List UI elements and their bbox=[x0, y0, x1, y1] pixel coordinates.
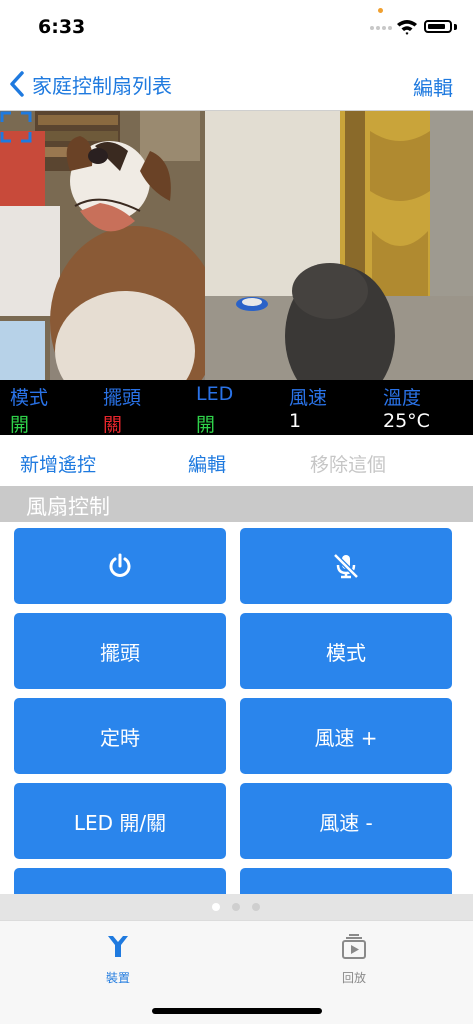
fan-control-grid: 擺頭 模式 定時 風速 + LED 開/關 風速 - bbox=[0, 522, 473, 894]
fan-status-strip: 模式 擺頭 LED 風速 溫度 開 關 開 1 25°C bbox=[0, 380, 473, 436]
page-indicator[interactable] bbox=[0, 894, 473, 920]
wifi-icon bbox=[397, 20, 417, 35]
led-value: 開 bbox=[196, 414, 216, 436]
power-button[interactable] bbox=[14, 528, 226, 604]
edit-remote-button[interactable]: 編輯 bbox=[188, 450, 226, 477]
tab-playback[interactable]: 回放 bbox=[314, 929, 394, 989]
led-toggle-button[interactable]: LED 開/關 bbox=[14, 783, 226, 859]
tab-device[interactable]: 裝置 bbox=[78, 929, 158, 989]
page-dot bbox=[232, 903, 240, 911]
speed-down-button[interactable]: 風速 - bbox=[240, 783, 452, 859]
tab-playback-label: 回放 bbox=[341, 971, 366, 985]
temperature-value: 25°C bbox=[383, 410, 430, 432]
section-title: 風扇控制 bbox=[26, 495, 110, 519]
camera-feed[interactable] bbox=[0, 111, 473, 380]
speed-up-button[interactable]: 風速 + bbox=[240, 698, 452, 774]
tab-device-label: 裝置 bbox=[105, 971, 130, 985]
playback-icon bbox=[342, 934, 366, 959]
fullscreen-icon[interactable] bbox=[0, 111, 32, 143]
mute-button[interactable] bbox=[240, 528, 452, 604]
mute-microphone-icon bbox=[333, 553, 359, 579]
home-indicator bbox=[152, 1008, 322, 1014]
remote-action-row: 新增遙控 編輯 移除這個 bbox=[0, 436, 473, 486]
add-remote-button[interactable]: 新增遙控 bbox=[20, 450, 96, 477]
status-bar: 6:33 bbox=[0, 0, 473, 58]
temperature-label: 溫度 bbox=[383, 387, 422, 409]
page-dot bbox=[252, 903, 260, 911]
chevron-left-icon bbox=[10, 71, 24, 97]
privacy-indicator-dot bbox=[378, 8, 383, 13]
page-dot-active bbox=[212, 903, 220, 911]
back-button[interactable]: 家庭控制扇列表 bbox=[8, 68, 172, 100]
mode-label: 模式 bbox=[10, 387, 49, 409]
timer-button[interactable]: 定時 bbox=[14, 698, 226, 774]
control-button-partial[interactable] bbox=[240, 868, 452, 894]
device-icon bbox=[108, 936, 128, 957]
camera-image bbox=[0, 111, 473, 380]
edit-button[interactable]: 編輯 bbox=[413, 72, 453, 101]
control-button-partial[interactable] bbox=[14, 868, 226, 894]
swing-value: 關 bbox=[103, 414, 123, 436]
swing-button[interactable]: 擺頭 bbox=[14, 613, 226, 689]
power-icon bbox=[109, 553, 131, 577]
battery-icon bbox=[424, 20, 452, 33]
remove-remote-button[interactable]: 移除這個 bbox=[310, 450, 386, 477]
mode-value: 開 bbox=[10, 414, 30, 436]
speed-value: 1 bbox=[289, 410, 302, 432]
back-title: 家庭控制扇列表 bbox=[32, 73, 172, 98]
mode-button[interactable]: 模式 bbox=[240, 613, 452, 689]
swing-label: 擺頭 bbox=[103, 387, 142, 409]
battery-tip bbox=[454, 24, 457, 30]
navigation-bar: 家庭控制扇列表 編輯 bbox=[0, 58, 473, 111]
status-time: 6:33 bbox=[38, 16, 86, 38]
cellular-signal-icon bbox=[370, 26, 392, 30]
section-header: 風扇控制 bbox=[0, 486, 473, 522]
speed-label: 風速 bbox=[289, 387, 328, 409]
led-label: LED bbox=[196, 383, 234, 405]
